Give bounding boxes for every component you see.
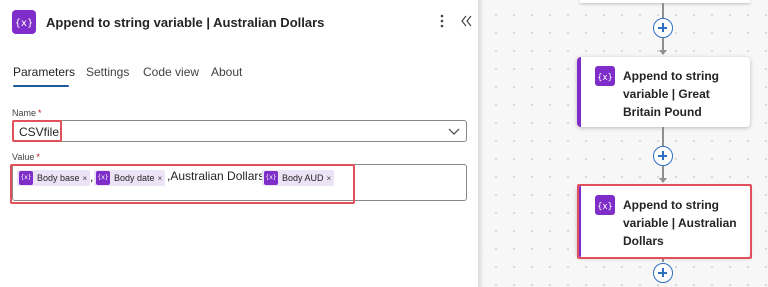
action-card-gbp[interactable]: {x} Append to string variable | Great Br…: [577, 57, 750, 127]
highlight-box-card: [577, 184, 752, 259]
name-dropdown[interactable]: CSVfile: [12, 120, 467, 142]
connector-line: [662, 127, 664, 146]
variable-icon: {x}: [12, 10, 36, 34]
connector-line: [662, 166, 664, 178]
tab-settings[interactable]: Settings: [86, 65, 129, 79]
add-step-icon[interactable]: [653, 18, 673, 38]
value-label-text: Value: [12, 152, 35, 162]
add-step-icon[interactable]: [653, 146, 673, 166]
chevron-down-icon: [448, 128, 460, 135]
arrow-down-icon: [659, 50, 667, 55]
name-label-text: Name: [12, 108, 37, 118]
card-accent-bar: [577, 57, 581, 127]
svg-text:{x}: {x}: [15, 18, 34, 29]
tab-code-view[interactable]: Code view: [143, 65, 199, 79]
svg-text:{x}: {x}: [597, 73, 613, 83]
highlight-box-value: [10, 164, 355, 204]
add-step-icon[interactable]: [653, 263, 673, 283]
arrow-down-icon: [659, 178, 667, 183]
value-field-label: Value *: [12, 152, 40, 162]
card-title: Append to string variable | Great Britai…: [623, 69, 719, 119]
tab-about[interactable]: About: [211, 65, 242, 79]
required-marker: *: [36, 152, 40, 162]
collapse-panel-icon[interactable]: [458, 11, 474, 31]
connector-line: [662, 259, 664, 262]
more-options-icon[interactable]: [435, 11, 449, 31]
action-details-panel: {x} Append to string variable | Australi…: [0, 0, 478, 287]
highlight-box-name: [12, 120, 62, 142]
name-field-label: Name *: [12, 108, 42, 118]
connector-line: [662, 38, 664, 50]
required-marker: *: [38, 108, 42, 118]
variable-icon: {x}: [595, 66, 615, 86]
tab-parameters[interactable]: Parameters: [13, 65, 75, 79]
previous-action-card[interactable]: [580, 0, 750, 3]
active-tab-indicator: [13, 85, 69, 87]
panel-title: Append to string variable | Australian D…: [46, 15, 325, 30]
